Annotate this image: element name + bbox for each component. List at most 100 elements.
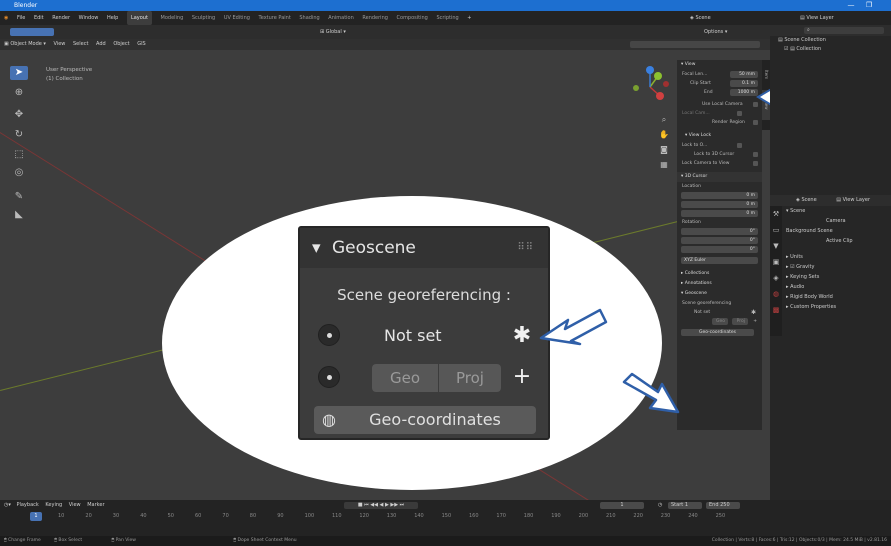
shading-mode-buttons[interactable] — [630, 41, 760, 48]
location-x-field[interactable]: 0 m — [681, 192, 758, 199]
world-tab-icon[interactable]: ◍ — [770, 286, 782, 302]
mode-dropdown[interactable]: ▣ Object Mode ▾ — [4, 41, 46, 47]
viewport-menu-object[interactable]: Object — [113, 41, 129, 47]
geoscene-section-header[interactable]: ▾ Geoscene — [677, 289, 762, 299]
zoom-icon[interactable]: ⌕ — [658, 112, 670, 127]
tab-texture-paint[interactable]: Texture Paint — [259, 11, 291, 25]
tool-tab-icon[interactable]: ⚒ — [770, 206, 782, 222]
focal-length-field[interactable]: 50 mm — [730, 71, 758, 78]
render-tab-icon[interactable]: ▭ — [770, 222, 782, 238]
transform-orientation-dropdown[interactable]: ⊞ Global ▾ — [320, 25, 346, 39]
rigid-body-world-section[interactable]: ▸ Rigid Body World — [770, 292, 891, 302]
rotate-icon[interactable]: ↻ — [10, 128, 28, 142]
scene-tab-icon[interactable]: ◈ — [770, 270, 782, 286]
scene-tab[interactable]: ◈ Scene — [796, 197, 817, 203]
tab-modeling[interactable]: Modeling — [161, 11, 184, 25]
view-section-header[interactable]: ▾ View — [677, 60, 762, 70]
settings-gear-icon[interactable]: ✱ — [508, 322, 536, 350]
camera-view-icon[interactable]: ◙ — [658, 142, 670, 157]
audio-section[interactable]: ▸ Audio — [770, 282, 891, 292]
view-layer-tab-icon[interactable]: ▣ — [770, 254, 782, 270]
rotation-z-field[interactable]: 0° — [681, 246, 758, 253]
clip-start-field[interactable]: 0.1 m — [730, 80, 758, 87]
select-box-icon[interactable]: ➤ — [10, 66, 28, 80]
timeline-ruler[interactable]: 1 10 20 30 40 50 60 70 80 90 100 110 120 130 140 150 16… — [0, 511, 891, 522]
measure-icon[interactable]: ◣ — [10, 208, 28, 222]
menu-edit[interactable]: Edit — [34, 11, 44, 25]
current-frame-marker[interactable]: 1 — [30, 512, 42, 521]
menu-file[interactable]: File — [17, 11, 25, 25]
proj-button[interactable]: Proj — [439, 364, 501, 392]
lock-camera-to-view-checkbox[interactable] — [753, 161, 758, 166]
blender-logo-icon[interactable]: ◉ — [4, 11, 8, 25]
navigation-gizmo[interactable] — [620, 62, 680, 112]
view-lock-section-header[interactable]: ▾ View Lock — [677, 131, 762, 141]
timeline-editor-icon[interactable]: ◷▾ — [4, 502, 11, 508]
menu-render[interactable]: Render — [52, 11, 70, 25]
tab-uv-editing[interactable]: UV Editing — [224, 11, 250, 25]
lock-to-3d-cursor-checkbox[interactable] — [753, 152, 758, 157]
scene-selector[interactable]: ◈ Scene — [690, 11, 718, 25]
maximize-icon[interactable]: ❐ — [861, 0, 877, 11]
cursor-icon[interactable]: ⊕ — [10, 86, 28, 100]
proj-small-button[interactable]: Proj — [732, 318, 748, 325]
geo-small-button[interactable]: Geo — [712, 318, 728, 325]
viewport-menu-select[interactable]: Select — [73, 41, 88, 47]
object-tab-icon[interactable]: ▩ — [770, 302, 782, 318]
output-tab-icon[interactable]: ▼ — [770, 238, 782, 254]
add-projection-button[interactable]: + — [508, 362, 536, 392]
location-z-field[interactable]: 0 m — [681, 210, 758, 217]
scene-section-header[interactable]: ▾ Scene — [770, 206, 891, 216]
timeline-menu-marker[interactable]: Marker — [87, 502, 104, 508]
scale-icon[interactable]: ⬚ — [10, 148, 28, 162]
keying-sets-section[interactable]: ▸ Keying Sets — [770, 272, 891, 282]
rotation-x-field[interactable]: 0° — [681, 228, 758, 235]
annotations-section-header[interactable]: ▸ Annotations — [677, 279, 762, 289]
tab-scripting[interactable]: Scripting — [436, 11, 458, 25]
3d-cursor-section-header[interactable]: ▾ 3D Cursor — [677, 172, 762, 182]
outliner-search-icon[interactable]: ⌕ — [804, 27, 884, 34]
geoscene-panel-header[interactable]: ▾ Geoscene ⠿⠿ — [300, 228, 548, 268]
start-frame-field[interactable]: Start 1 — [668, 502, 702, 509]
geocoords-small-button[interactable]: Geo-coordinates — [681, 329, 754, 336]
tab-layout[interactable]: Layout — [126, 11, 152, 25]
move-icon[interactable]: ✥ — [10, 108, 28, 122]
tab-animation[interactable]: Animation — [328, 11, 354, 25]
menu-window[interactable]: Window — [79, 11, 99, 25]
render-region-checkbox[interactable] — [753, 120, 758, 125]
units-section[interactable]: ▸ Units — [770, 252, 891, 262]
radio-not-set[interactable] — [318, 324, 340, 346]
collection-row[interactable]: ☑ ▤ Collection — [770, 45, 891, 54]
geo-coordinates-button[interactable]: ◍ Geo-coordinates — [314, 406, 536, 434]
minimize-icon[interactable]: — — [843, 0, 859, 11]
settings-small-gear-icon[interactable]: ✱ — [751, 308, 756, 317]
clip-end-field[interactable]: 1000 m — [730, 89, 758, 96]
pan-hand-icon[interactable]: ✋ — [658, 127, 670, 142]
timeline-menu-view[interactable]: View — [69, 502, 81, 508]
add-small-icon[interactable]: + — [753, 317, 757, 326]
tab-compositing[interactable]: Compositing — [397, 11, 428, 25]
view-layer-tab[interactable]: ▤ View Layer — [836, 197, 870, 203]
menu-help[interactable]: Help — [107, 11, 118, 25]
tab-sculpting[interactable]: Sculpting — [192, 11, 215, 25]
playback-controls[interactable]: ■ ⏮ ◀◀ ◀ ▶ ▶▶ ⏭ — [344, 502, 418, 509]
scene-collection-row[interactable]: ▤ Scene Collection — [770, 36, 891, 45]
local-camera-field[interactable] — [737, 111, 742, 116]
options-dropdown[interactable]: Options ▾ — [704, 25, 727, 39]
timeline-menu-keying[interactable]: Keying — [45, 502, 62, 508]
select-mode-buttons[interactable] — [10, 27, 54, 36]
end-frame-field[interactable]: End 250 — [706, 502, 740, 509]
location-y-field[interactable]: 0 m — [681, 201, 758, 208]
timeline-menu-playback[interactable]: Playback — [16, 502, 38, 508]
transform-icon[interactable]: ◎ — [10, 166, 28, 180]
current-frame-field[interactable]: 1 — [600, 502, 644, 509]
drag-handle-icon[interactable]: ⠿⠿ — [517, 228, 534, 268]
custom-properties-section[interactable]: ▸ Custom Properties — [770, 302, 891, 312]
radio-geo-proj[interactable] — [318, 366, 340, 388]
tab-shading[interactable]: Shading — [299, 11, 319, 25]
gravity-section[interactable]: ▸ ☑ Gravity — [770, 262, 891, 272]
annotate-icon[interactable]: ✎ — [10, 190, 28, 204]
viewport-menu-gis[interactable]: GIS — [137, 41, 146, 47]
rotation-mode-dropdown[interactable]: XYZ Euler — [681, 257, 758, 264]
view-layer-selector[interactable]: ▤ View Layer — [800, 11, 841, 25]
